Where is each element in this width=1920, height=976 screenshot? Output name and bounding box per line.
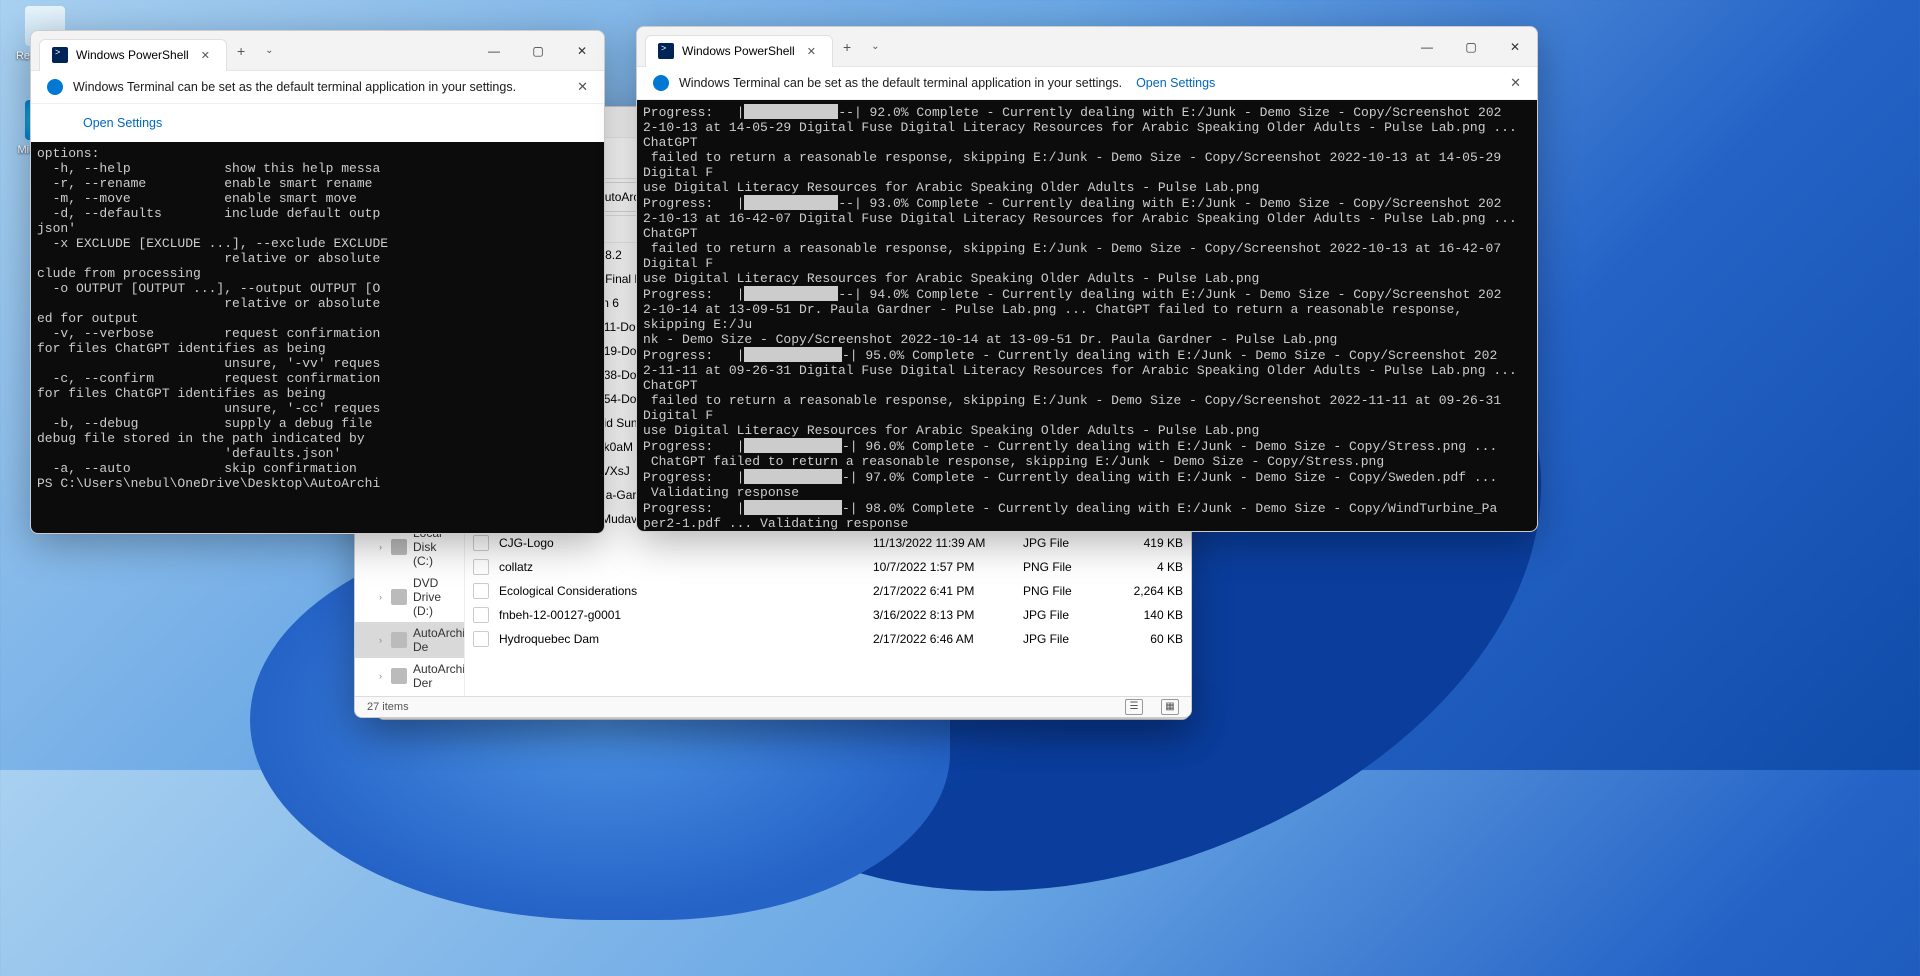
- file-name: Hydroquebec Dam: [499, 632, 863, 646]
- info-text: Windows Terminal can be set as the defau…: [73, 80, 516, 94]
- chevron-icon: ›: [379, 542, 382, 552]
- minimize-button[interactable]: —: [472, 31, 516, 71]
- close-button[interactable]: ✕: [560, 31, 604, 71]
- chevron-icon: ›: [379, 635, 382, 645]
- sidebar-label: AutoArchive De: [413, 626, 465, 654]
- file-size: 2,264 KB: [1113, 584, 1183, 598]
- details-view-button[interactable]: ☰: [1125, 699, 1143, 715]
- sidebar-item[interactable]: › AutoArchive Der: [355, 658, 464, 694]
- tab-powershell[interactable]: Windows PowerShell ✕: [645, 35, 833, 67]
- powershell-window-right: Windows PowerShell ✕ + ⌄ — ▢ ✕ Windows T…: [636, 26, 1538, 532]
- file-type: PNG File: [1023, 560, 1103, 574]
- file-icon: [473, 559, 489, 575]
- file-date: 2/17/2022 6:41 PM: [873, 584, 1013, 598]
- file-date: 3/16/2022 8:13 PM: [873, 608, 1013, 622]
- file-name: collatz: [499, 560, 863, 574]
- titlebar[interactable]: Windows PowerShell ✕ + ⌄ — ▢ ✕: [637, 27, 1537, 67]
- open-settings-link[interactable]: Open Settings: [1136, 76, 1215, 90]
- new-tab-button[interactable]: +: [833, 33, 861, 61]
- powershell-icon: [52, 47, 68, 63]
- sidebar-item[interactable]: › AutoArchive De: [355, 622, 464, 658]
- tiles-view-button[interactable]: ▦: [1161, 699, 1179, 715]
- item-count: 27 items: [367, 701, 409, 713]
- file-icon: [473, 583, 489, 599]
- powershell-icon: [658, 43, 674, 59]
- info-bar: Windows Terminal can be set as the defau…: [31, 71, 604, 104]
- close-infobar-button[interactable]: ✕: [1510, 75, 1521, 91]
- maximize-button[interactable]: ▢: [1449, 27, 1493, 67]
- file-date: 11/13/2022 11:39 AM: [873, 536, 1013, 550]
- info-bar: Windows Terminal can be set as the defau…: [637, 67, 1537, 100]
- terminal-output[interactable]: Progress: | --| 92.0% Complete - Current…: [637, 100, 1537, 531]
- file-size: 60 KB: [1113, 632, 1183, 646]
- info-icon: [47, 79, 63, 95]
- sidebar-label: DVD Drive (D:): [413, 576, 456, 618]
- tab-dropdown[interactable]: ⌄: [861, 35, 889, 58]
- file-name: CJG-Logo: [499, 536, 863, 550]
- file-size: 140 KB: [1113, 608, 1183, 622]
- chevron-icon: ›: [379, 592, 382, 602]
- file-type: JPG File: [1023, 536, 1103, 550]
- drive-icon: [391, 632, 407, 648]
- tab-dropdown[interactable]: ⌄: [255, 39, 283, 62]
- file-size: 419 KB: [1113, 536, 1183, 550]
- terminal-output[interactable]: options: -h, --help show this help messa…: [31, 142, 604, 533]
- close-button[interactable]: ✕: [1493, 27, 1537, 67]
- file-name: Ecological Considerations: [499, 584, 863, 598]
- file-type: PNG File: [1023, 584, 1103, 598]
- file-type: JPG File: [1023, 632, 1103, 646]
- open-settings-link[interactable]: Open Settings: [83, 116, 162, 130]
- sidebar-label: AutoArchive Der: [413, 662, 465, 690]
- close-infobar-button[interactable]: ✕: [577, 79, 588, 95]
- chevron-icon: ›: [379, 671, 382, 681]
- file-row[interactable]: collatz 10/7/2022 1:57 PM PNG File 4 KB: [465, 555, 1191, 579]
- new-tab-button[interactable]: +: [227, 37, 255, 65]
- close-tab-button[interactable]: ✕: [197, 47, 214, 64]
- info-text: Windows Terminal can be set as the defau…: [679, 76, 1122, 90]
- file-row[interactable]: fnbeh-12-00127-g0001 3/16/2022 8:13 PM JPG…: [465, 603, 1191, 627]
- file-row[interactable]: Ecological Considerations 2/17/2022 6:41 …: [465, 579, 1191, 603]
- tab-label: Windows PowerShell: [76, 48, 189, 62]
- file-icon: [473, 607, 489, 623]
- maximize-button[interactable]: ▢: [516, 31, 560, 71]
- sidebar-item[interactable]: › DVD Drive (D:): [355, 572, 464, 622]
- file-icon: [473, 631, 489, 647]
- dvd-icon: [391, 589, 407, 605]
- file-type: JPG File: [1023, 608, 1103, 622]
- file-name: fnbeh-12-00127-g0001: [499, 608, 863, 622]
- status-bar: 27 items ☰ ▦: [355, 696, 1191, 717]
- file-row[interactable]: CJG-Logo 11/13/2022 11:39 AM JPG File 419 K…: [465, 531, 1191, 555]
- drive-icon: [391, 668, 407, 684]
- tab-powershell[interactable]: Windows PowerShell ✕: [39, 39, 227, 71]
- minimize-button[interactable]: —: [1405, 27, 1449, 67]
- file-size: 4 KB: [1113, 560, 1183, 574]
- powershell-window-left: Windows PowerShell ✕ + ⌄ — ▢ ✕ Windows T…: [30, 30, 605, 534]
- file-date: 2/17/2022 6:46 AM: [873, 632, 1013, 646]
- drive-icon: [391, 539, 407, 555]
- close-tab-button[interactable]: ✕: [803, 43, 820, 60]
- info-icon: [653, 75, 669, 91]
- file-row[interactable]: Hydroquebec Dam 2/17/2022 6:46 AM JPG File…: [465, 627, 1191, 651]
- tab-label: Windows PowerShell: [682, 44, 795, 58]
- file-date: 10/7/2022 1:57 PM: [873, 560, 1013, 574]
- file-icon: [473, 535, 489, 551]
- titlebar[interactable]: Windows PowerShell ✕ + ⌄ — ▢ ✕: [31, 31, 604, 71]
